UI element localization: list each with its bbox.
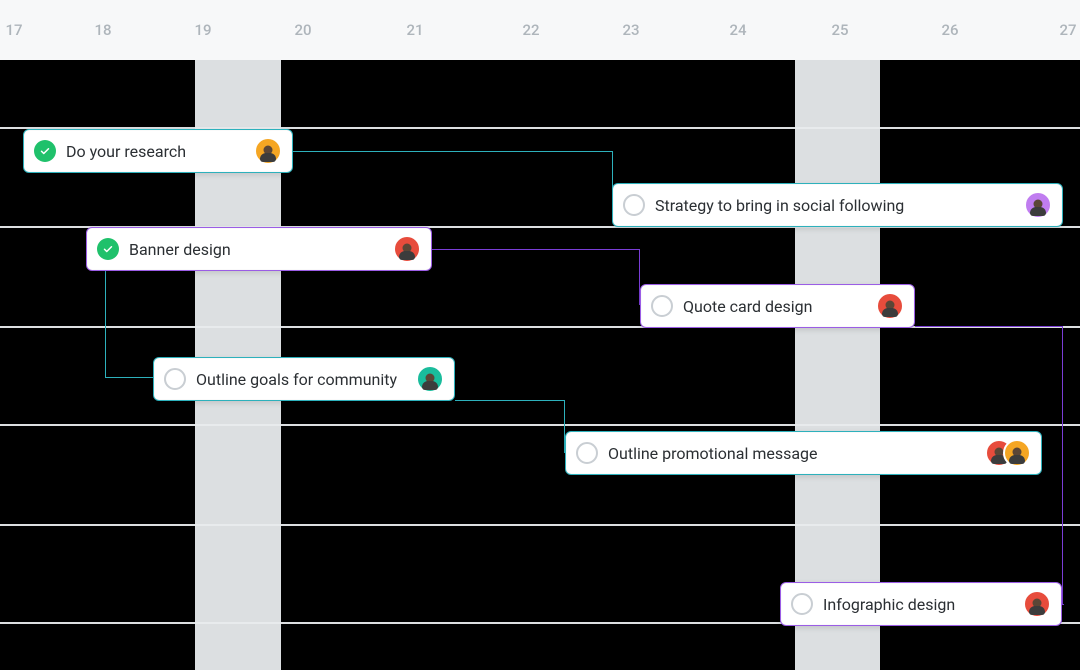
status-open-icon[interactable] xyxy=(791,593,813,615)
task-title: Outline promotional message xyxy=(608,444,975,463)
status-open-icon[interactable] xyxy=(623,194,645,216)
task-title: Banner design xyxy=(129,240,383,259)
day-27[interactable]: 27 xyxy=(1059,21,1076,39)
row-line xyxy=(0,524,1080,526)
task-title: Quote card design xyxy=(683,297,866,316)
status-open-icon[interactable] xyxy=(651,295,673,317)
task-card-banner[interactable]: Banner design xyxy=(86,227,432,271)
task-card-research[interactable]: Do your research xyxy=(23,129,293,173)
status-done-icon[interactable] xyxy=(97,238,119,260)
status-done-icon[interactable] xyxy=(34,140,56,162)
avatar[interactable] xyxy=(876,292,904,320)
day-21[interactable]: 21 xyxy=(406,21,423,39)
task-card-infographic[interactable]: Infographic design xyxy=(780,582,1062,626)
dependency-connector xyxy=(432,249,640,305)
day-26[interactable]: 26 xyxy=(941,21,958,39)
dependency-connector xyxy=(105,260,155,378)
assignees xyxy=(416,365,444,393)
avatar[interactable] xyxy=(1023,590,1051,618)
task-title: Strategy to bring in social following xyxy=(655,196,1014,215)
status-open-icon[interactable] xyxy=(576,442,598,464)
dependency-connector xyxy=(293,151,613,206)
avatar[interactable] xyxy=(416,365,444,393)
avatar[interactable] xyxy=(1024,191,1052,219)
row-line xyxy=(0,424,1080,426)
task-title: Do your research xyxy=(66,142,244,161)
assignees xyxy=(254,137,282,165)
weekend-band-2 xyxy=(795,60,880,670)
assignees xyxy=(393,235,421,263)
day-17[interactable]: 17 xyxy=(5,21,22,39)
avatar[interactable] xyxy=(254,137,282,165)
task-title: Infographic design xyxy=(823,595,1013,614)
assignees xyxy=(1024,191,1052,219)
task-card-goals[interactable]: Outline goals for community xyxy=(153,357,455,401)
task-card-strategy[interactable]: Strategy to bring in social following xyxy=(612,183,1063,227)
day-25[interactable]: 25 xyxy=(831,21,848,39)
day-23[interactable]: 23 xyxy=(622,21,639,39)
day-22[interactable]: 22 xyxy=(522,21,539,39)
day-18[interactable]: 18 xyxy=(94,21,111,39)
avatar[interactable] xyxy=(1003,439,1031,467)
assignees xyxy=(876,292,904,320)
status-open-icon[interactable] xyxy=(164,368,186,390)
task-card-promo[interactable]: Outline promotional message xyxy=(565,431,1042,475)
day-19[interactable]: 19 xyxy=(194,21,211,39)
avatar[interactable] xyxy=(393,235,421,263)
task-card-quote[interactable]: Quote card design xyxy=(640,284,915,328)
timeline-body[interactable]: Do your research Banner design Strategy … xyxy=(0,60,1080,670)
day-20[interactable]: 20 xyxy=(294,21,311,39)
assignees xyxy=(985,439,1031,467)
gantt-timeline: 17 18 19 20 21 22 23 24 25 26 27 xyxy=(0,0,1080,670)
assignees xyxy=(1023,590,1051,618)
dependency-connector xyxy=(455,400,565,453)
task-title: Outline goals for community xyxy=(196,370,406,389)
row-line xyxy=(0,326,1080,328)
day-24[interactable]: 24 xyxy=(729,21,746,39)
timeline-header: 17 18 19 20 21 22 23 24 25 26 27 xyxy=(0,0,1080,60)
